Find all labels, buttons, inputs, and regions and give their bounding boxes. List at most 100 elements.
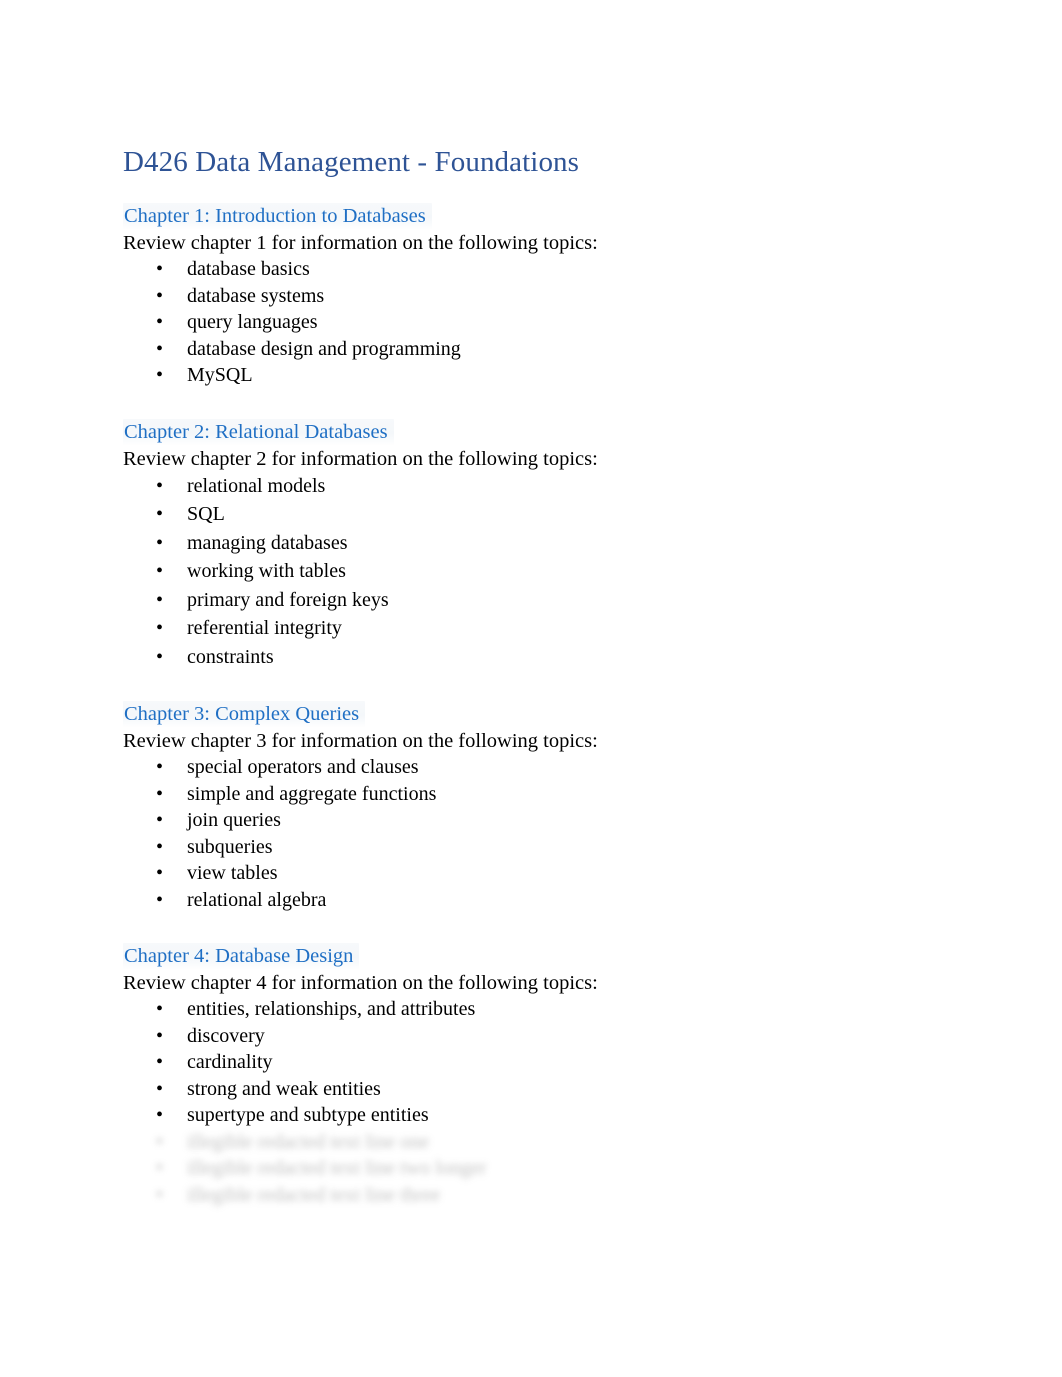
topic-label: illegible redacted text line two longer [187,1157,487,1179]
topic-label: MySQL [187,364,253,386]
topic-label: database design and programming [187,337,461,360]
topic-item: • special operators and clauses [123,754,943,781]
topic-label: supertype and subtype entities [187,1104,429,1126]
topic-item: • database basics [123,256,943,283]
chapter-intro-text: Review chapter 2 for information on the … [123,447,598,470]
topic-item: • primary and foreign keys [123,586,943,615]
topic-item: • relational models [123,472,943,501]
bullet-icon: • [156,756,164,778]
topic-label: query languages [187,311,318,333]
topic-label: relational models [187,474,326,497]
topic-item: • join queries [123,807,943,834]
topic-item: • managing databases [123,529,943,558]
topic-item-redacted: • illegible redacted text line one [123,1129,943,1156]
chapter-intro-text: Review chapter 1 for information on the … [123,232,598,254]
bullet-icon: • [156,782,164,805]
topic-item: • constraints [123,643,943,672]
topic-item: • referential integrity [123,614,943,643]
bullet-icon: • [156,588,164,611]
chapter-heading-row: Chapter 1: Introduction to Databases [123,203,943,230]
topic-item: • view tables [123,860,943,887]
chapter-section: Chapter 1: Introduction to Databases Revi… [123,203,943,389]
topic-label: SQL [187,503,225,525]
bullet-icon: • [156,1183,164,1206]
topic-label: special operators and clauses [187,756,419,778]
bullet-icon: • [156,531,164,554]
topic-label: subqueries [187,835,273,858]
topic-label: relational algebra [187,888,327,911]
topic-list: • entities, relationships, and attributes… [123,996,943,1208]
topic-item: • query languages [123,309,943,336]
bullet-icon: • [156,364,164,386]
chapter-heading-row: Chapter 4: Database Design [123,943,943,970]
topic-label: database basics [187,258,310,280]
topic-label: database systems [187,284,325,307]
bullet-icon: • [156,1130,164,1153]
topic-label: join queries [187,809,281,831]
bullet-icon: • [156,888,164,911]
topic-item: • database design and programming [123,336,943,363]
bullet-icon: • [156,284,164,307]
topic-list: • special operators and clauses • simple an… [123,754,943,913]
bullet-icon: • [156,645,164,668]
topic-item: • simple and aggregate functions [123,781,943,808]
topic-label: cardinality [187,1051,273,1073]
chapter-intro-text: Review chapter 3 for information on the … [123,730,598,752]
topic-label: primary and foreign keys [187,588,389,611]
topic-item-redacted: • illegible redacted text line three [123,1182,943,1209]
bullet-icon: • [156,998,164,1020]
topic-item: • supertype and subtype entities [123,1102,943,1129]
chapter-heading: Chapter 4: Database Design [123,943,360,970]
document-page: D426 Data Management - Foundations Chapt… [0,0,1062,1377]
chapter-heading-row: Chapter 2: Relational Databases [123,418,943,446]
chapter-heading-row: Chapter 3: Complex Queries [123,701,943,728]
topic-item: • discovery [123,1023,943,1050]
topic-label: managing databases [187,531,348,554]
page-title: D426 Data Management - Foundations [123,146,580,178]
bullet-icon: • [156,1024,164,1047]
topic-label: discovery [187,1024,265,1047]
chapter-list: Chapter 1: Introduction to Databases Revi… [123,203,943,1208]
topic-list: • database basics • database systems • query … [123,256,943,389]
topic-item-redacted: • illegible redacted text line two longer [123,1155,943,1182]
chapter-heading: Chapter 1: Introduction to Databases [123,203,432,230]
bullet-icon: • [156,862,164,884]
document-body: D426 Data Management - Foundations Chapt… [123,143,943,1208]
bullet-icon: • [156,258,164,280]
topic-item: • entities, relationships, and attributes [123,996,943,1023]
bullet-icon: • [156,617,164,639]
topic-item: • MySQL [123,362,943,389]
chapter-intro-text: Review chapter 4 for information on the … [123,972,598,994]
bullet-icon: • [156,311,164,333]
topic-label: entities, relationships, and attributes [187,998,476,1020]
topic-label: view tables [187,862,278,884]
topic-label: referential integrity [187,617,342,639]
bullet-icon: • [156,1104,164,1126]
chapter-section: Chapter 3: Complex Queries Review chapter… [123,701,943,913]
chapter-section: Chapter 4: Database Design Review chapter… [123,943,943,1208]
bullet-icon: • [156,809,164,831]
bullet-icon: • [156,1077,164,1100]
topic-item: • working with tables [123,557,943,586]
topic-item: • cardinality [123,1049,943,1076]
topic-label: working with tables [187,560,346,582]
topic-label: constraints [187,645,274,668]
topic-label: strong and weak entities [187,1077,381,1100]
topic-label: simple and aggregate functions [187,782,437,805]
topic-item: • strong and weak entities [123,1076,943,1103]
bullet-icon: • [156,1051,164,1073]
topic-list: • relational models • SQL • managing database… [123,472,943,672]
chapter-heading: Chapter 2: Relational Databases [123,418,394,446]
chapter-section: Chapter 2: Relational Databases Review ch… [123,418,943,672]
topic-label: illegible redacted text line three [187,1183,441,1206]
bullet-icon: • [156,1157,164,1179]
topic-item: • database systems [123,283,943,310]
bullet-icon: • [156,560,164,582]
topic-item: • SQL [123,500,943,529]
bullet-icon: • [156,835,164,858]
topic-item: • relational algebra [123,887,943,914]
topic-label: illegible redacted text line one [187,1130,430,1153]
topic-item: • subqueries [123,834,943,861]
bullet-icon: • [156,337,164,360]
bullet-icon: • [156,503,164,525]
